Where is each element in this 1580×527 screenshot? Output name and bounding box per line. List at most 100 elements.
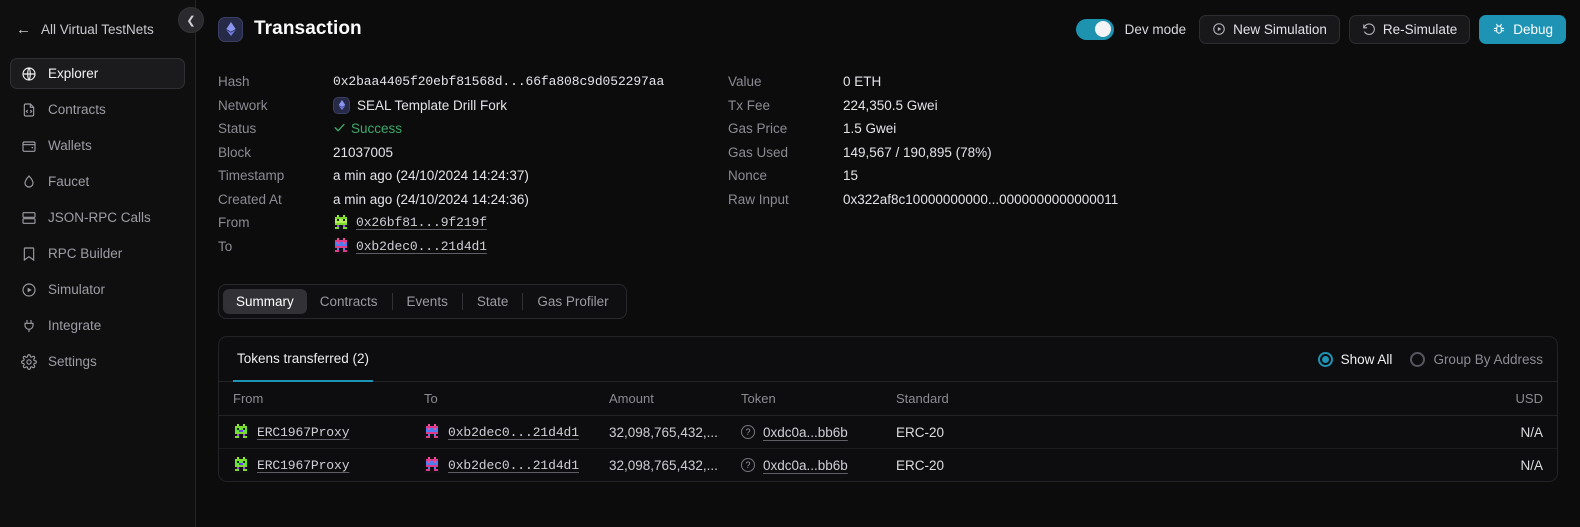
from-contract-link[interactable]: ERC1967Proxy xyxy=(257,458,350,473)
detail-label: Block xyxy=(218,144,252,160)
check-icon xyxy=(333,121,346,137)
table-head: From To Amount Token Standard USD xyxy=(219,382,1557,416)
detail-row-gas-used: Gas Used 149,567 / 190,895 (78%) xyxy=(728,141,1118,165)
detail-value-raw-input: 0x322af8c10000000000...0000000000000011 xyxy=(843,191,1119,207)
detail-label: Created At xyxy=(218,191,282,207)
sidebar-item-settings[interactable]: Settings xyxy=(10,346,185,377)
identicon-avatar xyxy=(333,238,349,255)
debug-label: Debug xyxy=(1513,21,1553,37)
detail-value-nonce: 15 xyxy=(843,168,859,184)
table-row: ERC1967Proxy 0xb2dec0...21d4d1 32,098,76… xyxy=(219,415,1557,449)
from-contract-link[interactable]: ERC1967Proxy xyxy=(257,425,350,440)
details-right-column: Value 0 ETH Tx Fee 224,350.5 Gwei Gas Pr… xyxy=(728,70,1118,258)
to-address-link[interactable]: 0xb2dec0...21d4d1 xyxy=(448,458,579,473)
wallet-icon xyxy=(20,137,37,154)
detail-row-created-at: Created At a min ago (24/10/2024 14:24:3… xyxy=(218,188,728,212)
to-address-link[interactable]: 0xb2dec0...21d4d1 xyxy=(448,425,579,440)
detail-label: Timestamp xyxy=(218,168,285,184)
detail-value-hash: 0x2baa4405f20ebf81568d...66fa808c9d05229… xyxy=(333,74,665,90)
radio-show-all[interactable]: Show All xyxy=(1317,351,1392,367)
sidebar-item-explorer[interactable]: Explorer xyxy=(10,58,185,89)
cell-token: ? 0xdc0a...bb6b xyxy=(731,449,886,482)
identicon-avatar xyxy=(333,214,349,231)
column-header-from: From xyxy=(219,382,414,416)
detail-label: From xyxy=(218,215,250,231)
radio-group-by-address[interactable]: Group By Address xyxy=(1410,351,1543,367)
sidebar-item-label: Wallets xyxy=(48,138,92,153)
detail-label: Network xyxy=(218,97,268,113)
detail-label: Hash xyxy=(218,74,250,90)
radio-dot-icon xyxy=(1317,351,1333,367)
back-to-all-testnets[interactable]: ← All Virtual TestNets xyxy=(10,14,185,44)
card-header: Tokens transferred (2) Show All Group By… xyxy=(219,337,1557,382)
detail-label: Raw Input xyxy=(728,191,789,207)
detail-value-gas-used: 149,567 / 190,895 (78%) xyxy=(843,144,992,160)
header-actions: Dev mode New Simulation Re-Simulate Debu… xyxy=(1075,14,1566,44)
cell-amount: 32,098,765,432,... xyxy=(599,415,731,449)
status-label: Success xyxy=(351,121,403,137)
detail-value-created-at: a min ago (24/10/2024 14:24:36) xyxy=(333,191,529,207)
page-title: Transaction xyxy=(254,18,362,39)
chevron-left-icon: ❮ xyxy=(186,14,196,27)
toggle-knob xyxy=(1095,21,1112,37)
detail-row-raw-input: Raw Input 0x322af8c10000000000...0000000… xyxy=(728,188,1118,212)
tab-summary[interactable]: Summary xyxy=(223,289,307,314)
gear-icon xyxy=(20,353,37,370)
radio-label: Group By Address xyxy=(1433,351,1543,367)
sidebar-item-json-rpc-calls[interactable]: JSON-RPC Calls xyxy=(10,202,185,233)
cell-to: 0xb2dec0...21d4d1 xyxy=(414,449,599,482)
tokens-transferred-tab[interactable]: Tokens transferred (2) xyxy=(233,337,374,382)
sidebar-item-rpc-builder[interactable]: RPC Builder xyxy=(10,238,185,269)
sidebar-item-wallets[interactable]: Wallets xyxy=(10,130,185,161)
re-simulate-button[interactable]: Re-Simulate xyxy=(1348,14,1471,44)
debug-button[interactable]: Debug xyxy=(1479,14,1566,44)
sidebar-item-simulator[interactable]: Simulator xyxy=(10,274,185,305)
token-address-link[interactable]: 0xdc0a...bb6b xyxy=(763,425,848,440)
detail-row-to: To 0xb2dec0...21d4d1 xyxy=(218,235,728,259)
detail-row-tx-fee: Tx Fee 224,350.5 Gwei xyxy=(728,94,1118,118)
dev-mode-toggle[interactable] xyxy=(1075,18,1114,40)
tabs-container: Summary Contracts Events State Gas Profi… xyxy=(196,258,1580,319)
identicon-avatar xyxy=(424,457,440,473)
cell-standard: ERC-20 xyxy=(896,457,945,473)
tab-gas-profiler[interactable]: Gas Profiler xyxy=(524,289,621,314)
cell-usd: N/A xyxy=(1467,415,1557,449)
to-address-link[interactable]: 0xb2dec0...21d4d1 xyxy=(356,239,487,254)
question-circle-icon: ? xyxy=(741,458,755,472)
new-simulation-button[interactable]: New Simulation xyxy=(1199,14,1340,44)
tab-separator xyxy=(391,293,393,310)
detail-row-block: Block 21037005 xyxy=(218,141,728,165)
from-address-link[interactable]: 0x26bf81...9f219f xyxy=(356,215,487,230)
sidebar-item-label: Faucet xyxy=(48,174,90,189)
cell-to: 0xb2dec0...21d4d1 xyxy=(414,415,599,449)
detail-row-from: From 0x26bf81...9f219f xyxy=(218,211,728,235)
sidebar-item-label: Explorer xyxy=(48,66,99,81)
sidebar: ← All Virtual TestNets Explorer Contract… xyxy=(0,0,196,527)
tab-contracts[interactable]: Contracts xyxy=(307,289,391,314)
radio-dot-icon xyxy=(1410,351,1426,367)
sidebar-item-integrate[interactable]: Integrate xyxy=(10,310,185,341)
plug-icon xyxy=(20,317,37,334)
sidebar-item-contracts[interactable]: Contracts xyxy=(10,94,185,125)
cell-token: ? 0xdc0a...bb6b xyxy=(731,415,886,449)
detail-row-status: Status Success xyxy=(218,117,728,141)
main-content: Transaction Dev mode New Simulation Re-S… xyxy=(196,0,1580,527)
new-simulation-label: New Simulation xyxy=(1233,21,1327,37)
token-address-link[interactable]: 0xdc0a...bb6b xyxy=(763,458,848,473)
tab-state[interactable]: State xyxy=(464,289,522,314)
bookmark-icon xyxy=(20,245,37,262)
detail-value-tx-fee: 224,350.5 Gwei xyxy=(843,97,938,113)
details-left-column: Hash 0x2baa4405f20ebf81568d...66fa808c9d… xyxy=(218,70,728,258)
detail-value-block: 21037005 xyxy=(333,144,394,160)
detail-label: To xyxy=(218,238,233,254)
detail-label: Gas Used xyxy=(728,144,789,160)
file-code-icon xyxy=(20,101,37,118)
sidebar-collapse-button[interactable]: ❮ xyxy=(178,7,204,33)
tab-events[interactable]: Events xyxy=(394,289,461,314)
detail-row-nonce: Nonce 15 xyxy=(728,164,1118,188)
network-name: SEAL Template Drill Fork xyxy=(357,97,508,113)
sidebar-item-label: Integrate xyxy=(48,318,102,333)
detail-row-value: Value 0 ETH xyxy=(728,70,1118,94)
detail-row-timestamp: Timestamp a min ago (24/10/2024 14:24:37… xyxy=(218,164,728,188)
sidebar-item-faucet[interactable]: Faucet xyxy=(10,166,185,197)
